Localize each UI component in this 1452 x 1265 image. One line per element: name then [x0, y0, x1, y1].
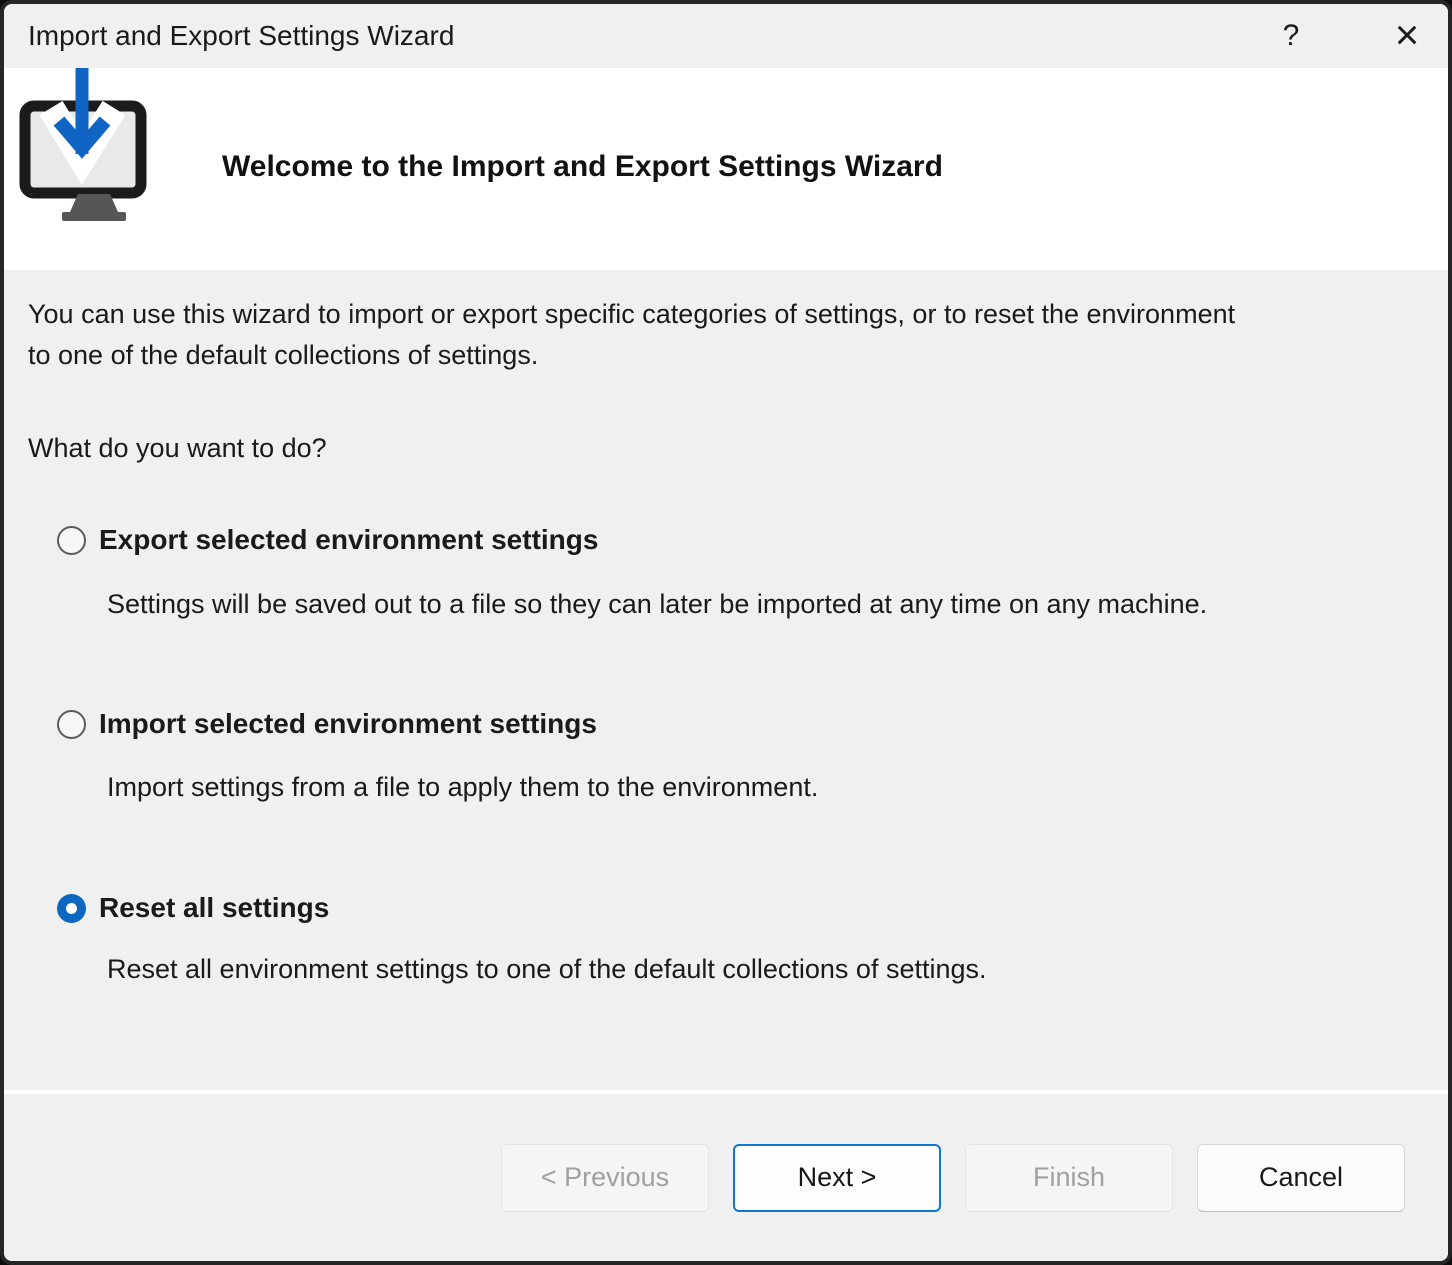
previous-button[interactable]: < Previous — [501, 1144, 709, 1212]
wizard-body: You can use this wizard to import or exp… — [4, 270, 1448, 1090]
option-import-label[interactable]: Import selected environment settings — [99, 708, 597, 740]
help-button[interactable]: ? — [1266, 11, 1316, 61]
option-reset-all-settings[interactable]: Reset all settings — [57, 890, 1408, 926]
option-export-label[interactable]: Export selected environment settings — [99, 524, 598, 556]
option-import-settings[interactable]: Import selected environment settings — [57, 706, 1408, 742]
intro-line-2: to one of the default collections of set… — [28, 335, 1408, 376]
intro-text: You can use this wizard to import or exp… — [28, 294, 1408, 376]
intro-line-1: You can use this wizard to import or exp… — [28, 294, 1408, 335]
wizard-footer: < Previous Next > Finish Cancel — [4, 1090, 1448, 1261]
import-export-settings-wizard-window: Import and Export Settings Wizard ? × We — [0, 0, 1452, 1265]
wizard-header: Welcome to the Import and Export Setting… — [4, 68, 1448, 270]
close-button[interactable]: × — [1382, 11, 1432, 61]
option-export-description: Settings will be saved out to a file so … — [107, 584, 1408, 625]
help-icon: ? — [1283, 19, 1300, 53]
radio-reset-all-settings[interactable] — [57, 894, 86, 923]
title-bar[interactable]: Import and Export Settings Wizard ? × — [4, 4, 1448, 68]
option-reset-description: Reset all environment settings to one of… — [107, 949, 1408, 990]
next-button[interactable]: Next > — [733, 1144, 941, 1212]
page-title: Welcome to the Import and Export Setting… — [222, 150, 943, 188]
cancel-button[interactable]: Cancel — [1197, 1144, 1405, 1212]
window-title: Import and Export Settings Wizard — [28, 20, 1266, 52]
radio-export-settings[interactable] — [57, 526, 86, 555]
close-icon: × — [1395, 14, 1420, 56]
finish-button[interactable]: Finish — [965, 1144, 1173, 1212]
monitor-download-icon — [18, 68, 150, 227]
option-import-description: Import settings from a file to apply the… — [107, 767, 1408, 808]
radio-import-settings[interactable] — [57, 710, 86, 739]
option-export-settings[interactable]: Export selected environment settings — [57, 522, 1408, 558]
option-reset-label[interactable]: Reset all settings — [99, 892, 329, 924]
question-text: What do you want to do? — [28, 428, 1408, 469]
